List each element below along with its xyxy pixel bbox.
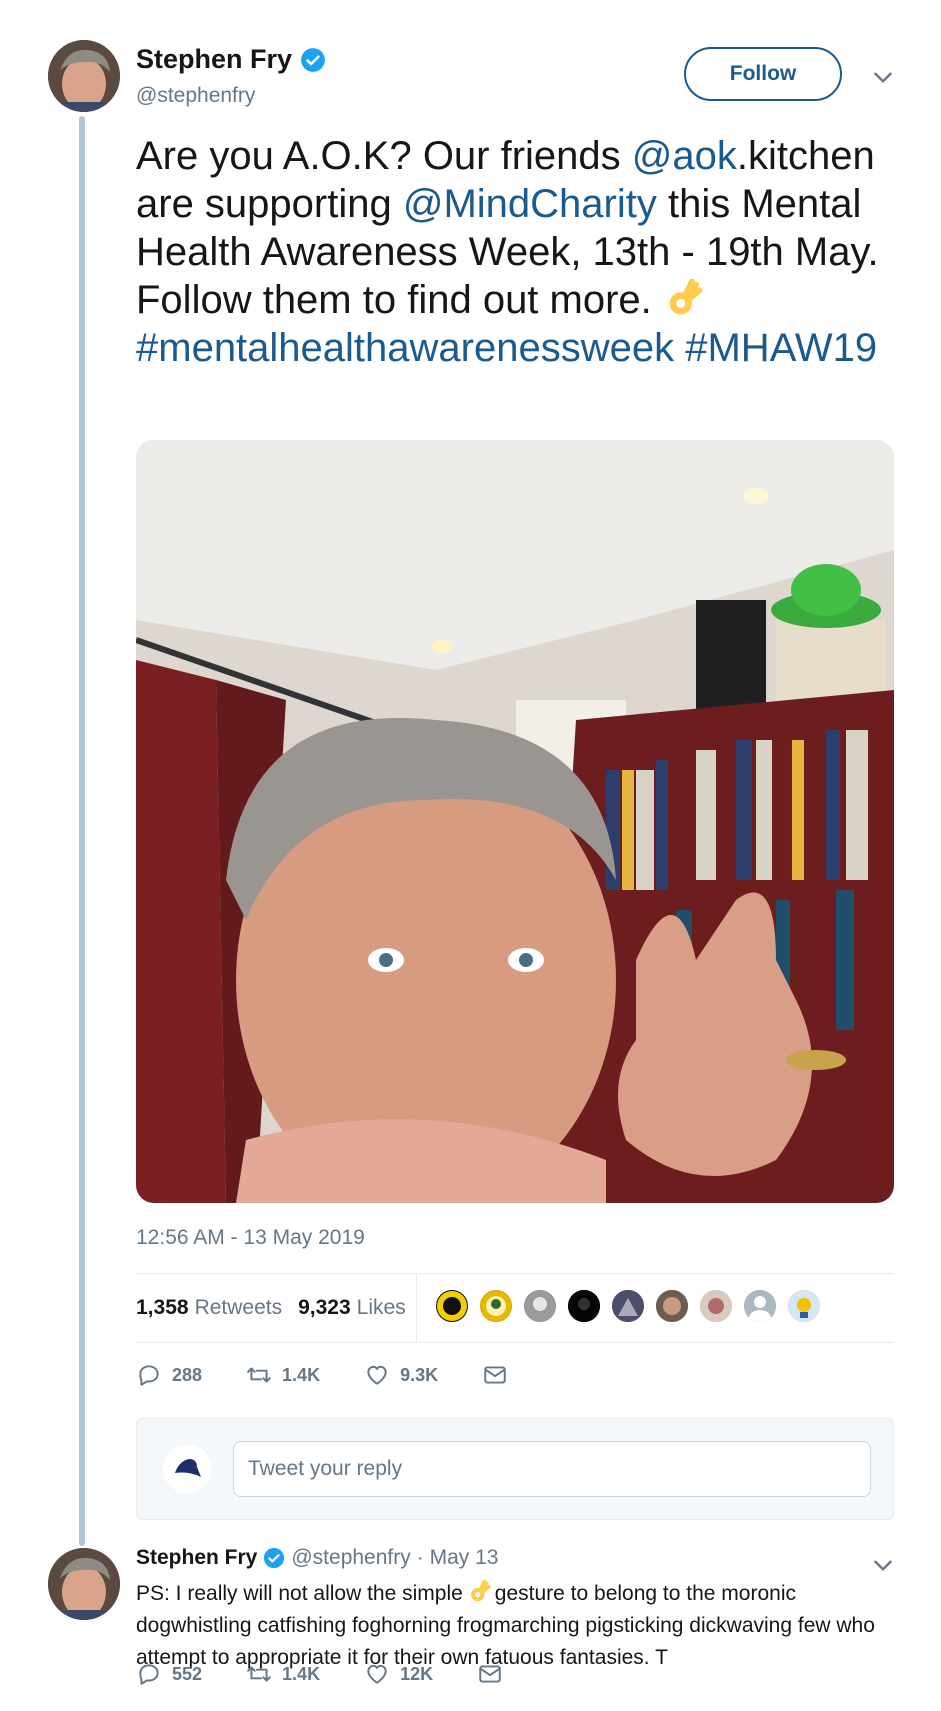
verified-icon	[301, 47, 325, 72]
reply-header: Stephen Fry @stephenfry · May 13	[136, 1546, 498, 1570]
liker-avatar[interactable]	[698, 1288, 734, 1324]
reply-action[interactable]: 552	[136, 1661, 202, 1687]
like-count: 12K	[400, 1663, 434, 1684]
message-icon	[484, 1366, 506, 1384]
retweets-label: Retweets	[194, 1296, 283, 1319]
reply-text: PS: I really will not allow the simple ge…	[136, 1578, 906, 1674]
reply-date[interactable]: · May 13	[417, 1546, 499, 1570]
liker-avatar[interactable]	[566, 1288, 602, 1324]
author-avatar[interactable]	[48, 40, 120, 112]
engagement-stats: 1,358 Retweets 9,323 Likes	[136, 1274, 406, 1342]
retweet-count: 1.4K	[282, 1663, 321, 1684]
follow-button[interactable]: Follow	[684, 47, 842, 101]
tweet-text-part: Are you A.O.K? Our friends	[136, 134, 632, 178]
reply-author-avatar[interactable]	[48, 1548, 120, 1620]
mention-mindcharity[interactable]: @MindCharity	[403, 182, 657, 226]
chevron-down-icon[interactable]	[870, 64, 896, 90]
current-user-avatar[interactable]	[163, 1445, 211, 1493]
tweet-text: Are you A.O.K? Our friends @aok.kitchen …	[136, 132, 906, 372]
author-name-row: Stephen Fry	[136, 44, 326, 75]
retweets-stat[interactable]: 1,358 Retweets	[136, 1296, 282, 1320]
liker-avatar[interactable]	[742, 1288, 778, 1324]
verified-icon	[264, 1547, 285, 1569]
liker-avatar[interactable]	[434, 1288, 470, 1324]
retweet-action[interactable]: 1.4K	[246, 1661, 320, 1687]
reply-icon	[139, 1664, 159, 1685]
tweet-timestamp[interactable]: 12:56 AM - 13 May 2019	[136, 1226, 365, 1250]
mention-aok[interactable]: @aok	[632, 134, 737, 178]
ok-hand-emoji	[669, 279, 703, 315]
like-icon	[367, 1365, 387, 1385]
chevron-down-icon[interactable]	[870, 1552, 896, 1578]
likers-avatars	[434, 1288, 822, 1324]
retweet-icon	[247, 1367, 271, 1383]
thread-line	[79, 116, 85, 1546]
reply-text-part: PS: I really will not allow the simple	[136, 1582, 463, 1605]
tweet-photo[interactable]	[136, 440, 894, 1203]
reply-icon	[139, 1365, 159, 1386]
selfie-image	[136, 440, 894, 1203]
reply-input[interactable]	[233, 1441, 871, 1497]
likes-count: 9,323	[298, 1296, 351, 1319]
likes-stat[interactable]: 9,323 Likes	[298, 1296, 406, 1320]
hashtag-mentalhealthawarenessweek[interactable]: #mentalhealthawarenessweek	[136, 326, 674, 370]
message-action[interactable]	[477, 1661, 503, 1687]
author-name[interactable]: Stephen Fry	[136, 44, 292, 75]
message-action[interactable]	[482, 1362, 508, 1388]
author-handle[interactable]: @stephenfry	[136, 84, 255, 108]
liker-avatar[interactable]	[654, 1288, 690, 1324]
reply-box	[136, 1418, 894, 1520]
like-icon	[367, 1664, 387, 1684]
reply-count: 288	[172, 1364, 203, 1385]
reply-author-handle[interactable]: @stephenfry	[291, 1546, 410, 1570]
retweet-icon	[247, 1666, 271, 1682]
reply-actions: 552 1.4K 12K	[136, 1661, 503, 1687]
ok-hand-emoji	[470, 1580, 491, 1602]
hashtag-mhaw19[interactable]: #MHAW19	[685, 326, 877, 370]
message-icon	[479, 1665, 501, 1683]
liker-avatar[interactable]	[610, 1288, 646, 1324]
reply-action[interactable]: 288	[136, 1362, 202, 1388]
retweets-count: 1,358	[136, 1296, 189, 1319]
divider	[136, 1342, 894, 1343]
retweet-action[interactable]: 1.4K	[246, 1362, 320, 1388]
reply-author-name[interactable]: Stephen Fry	[136, 1546, 257, 1570]
liker-avatar[interactable]	[522, 1288, 558, 1324]
reply-count: 552	[172, 1663, 203, 1684]
stats-separator	[416, 1274, 417, 1342]
like-action[interactable]: 12K	[364, 1661, 433, 1687]
tweet-actions: 288 1.4K 9.3K	[136, 1362, 508, 1388]
like-count: 9.3K	[400, 1364, 439, 1385]
liker-avatar[interactable]	[786, 1288, 822, 1324]
retweet-count: 1.4K	[282, 1364, 321, 1385]
liker-avatar[interactable]	[478, 1288, 514, 1324]
like-action[interactable]: 9.3K	[364, 1362, 438, 1388]
likes-label: Likes	[356, 1296, 406, 1319]
